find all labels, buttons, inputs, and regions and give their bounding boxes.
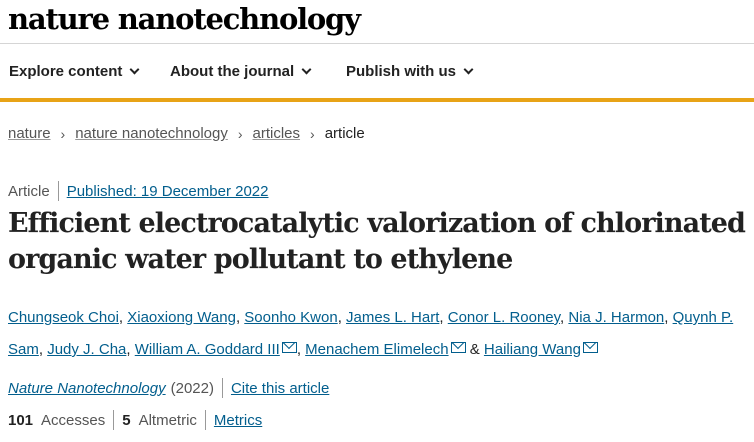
chevron-down-icon <box>301 64 312 74</box>
site-header: nature nanotechnology <box>0 0 754 44</box>
nav-about-the-journal[interactable]: About the journal <box>170 63 312 80</box>
author-link[interactable]: Conor L. Rooney <box>448 309 560 326</box>
divider <box>113 410 115 430</box>
cite-this-article-link[interactable]: Cite this article <box>231 380 329 397</box>
chevron-right-icon: › <box>60 125 66 142</box>
accesses-count: 101 <box>8 411 34 429</box>
author-link[interactable]: Menachem Elimelech <box>305 341 448 358</box>
title-line: Efficient electrocatalytic valorization … <box>8 208 746 239</box>
accesses-label: Accesses <box>41 411 106 429</box>
author-link[interactable]: Nia J. Harmon <box>568 309 664 326</box>
altmetric-count: 5 <box>122 411 131 429</box>
breadcrumb: nature › nature nanotechnology › article… <box>8 125 365 142</box>
journal-link[interactable]: Nature Nanotechnology <box>8 380 166 397</box>
chevron-down-icon <box>129 64 140 74</box>
author-link[interactable]: Xiaoxiong Wang <box>127 309 236 326</box>
breadcrumb-nature-nanotechnology[interactable]: nature nanotechnology <box>75 125 228 142</box>
mail-icon[interactable] <box>281 342 297 353</box>
chevron-right-icon: › <box>237 125 243 142</box>
author-list: Chungseok Choi, Xiaoxiong Wang, Soonho K… <box>8 309 734 358</box>
nav-item-label: About the journal <box>170 63 295 80</box>
author-link[interactable]: Soonho Kwon <box>244 309 337 326</box>
author-link[interactable]: Hailiang Wang <box>484 341 581 358</box>
author-link[interactable]: Judy J. Cha <box>47 341 126 358</box>
title-line: organic water pollutant to ethylene <box>8 244 513 275</box>
breadcrumb-nature[interactable]: nature <box>8 125 51 142</box>
breadcrumb-current: article <box>324 125 365 142</box>
publication-year: (2022) <box>170 379 214 397</box>
nav-item-label: Explore content <box>9 63 123 80</box>
divider <box>204 410 206 430</box>
breadcrumb-articles[interactable]: articles <box>253 125 301 142</box>
metrics-bar: 101 Accesses 5 Altmetric Metrics <box>8 410 262 430</box>
published-date-link[interactable]: Published: 19 December 2022 <box>67 183 269 200</box>
article-title: Efficient electrocatalytic valorization … <box>8 206 748 278</box>
divider <box>221 378 223 398</box>
altmetric-label: Altmetric <box>138 411 197 429</box>
mail-icon[interactable] <box>450 342 466 353</box>
author-link[interactable]: Quynh P. <box>673 309 734 326</box>
chevron-down-icon <box>463 64 474 74</box>
nav-item-label: Publish with us <box>346 63 457 80</box>
citation-line: Nature Nanotechnology (2022) Cite this a… <box>8 378 329 398</box>
author-link[interactable]: William A. Goddard III <box>135 341 280 358</box>
metrics-link[interactable]: Metrics <box>214 412 262 429</box>
article-meta: Article Published: 19 December 2022 <box>8 181 268 201</box>
nav-publish-with-us[interactable]: Publish with us <box>346 63 474 80</box>
nav-explore-content[interactable]: Explore content <box>9 63 140 80</box>
authors-ampersand: & <box>469 341 480 358</box>
journal-logo[interactable]: nature nanotechnology <box>8 2 361 36</box>
divider <box>57 181 59 201</box>
main-nav: Explore content About the journal Publis… <box>0 45 754 102</box>
author-link[interactable]: James L. Hart <box>346 309 439 326</box>
chevron-right-icon: › <box>310 125 315 142</box>
article-type: Article <box>8 182 50 200</box>
author-link[interactable]: Sam <box>8 341 39 358</box>
mail-icon[interactable] <box>582 342 598 353</box>
author-link[interactable]: Chungseok Choi <box>8 309 119 326</box>
